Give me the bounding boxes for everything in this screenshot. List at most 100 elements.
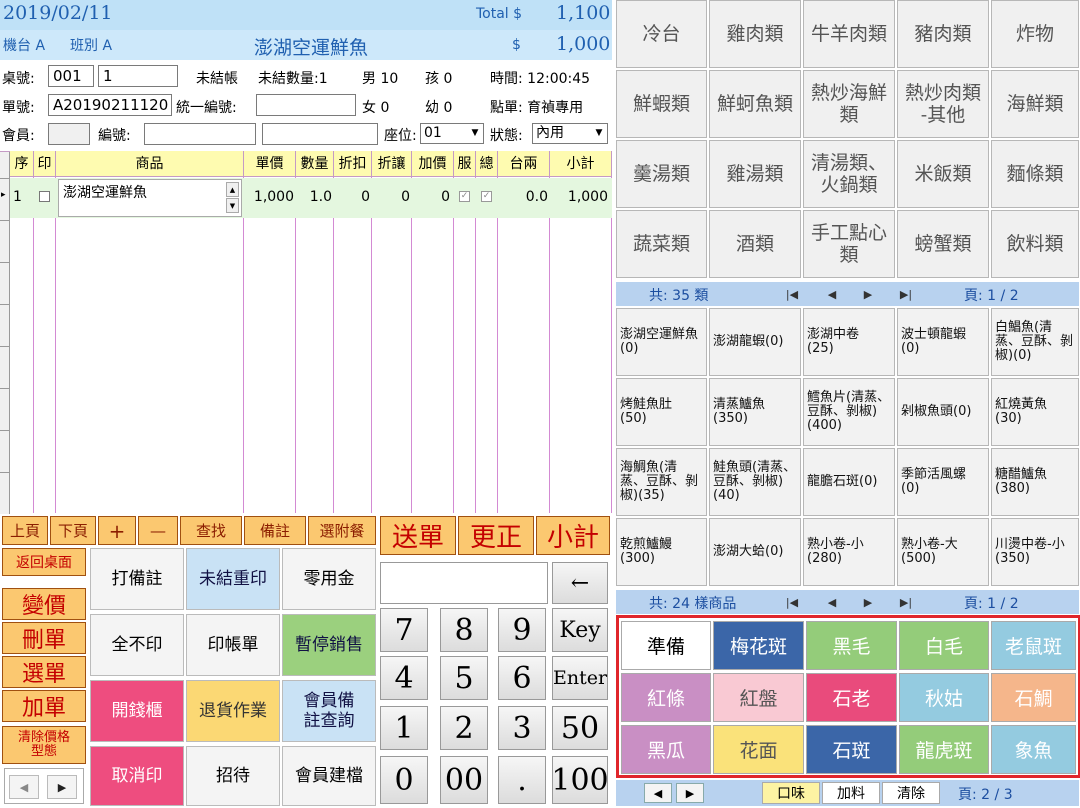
- return-goods-button[interactable]: 退貨作業: [186, 680, 280, 742]
- member-name-field[interactable]: [262, 123, 378, 145]
- change-price-button[interactable]: 變價: [2, 588, 86, 620]
- total-checkbox[interactable]: ✓: [481, 191, 492, 202]
- product-button[interactable]: 川燙中卷-小(350): [991, 518, 1079, 586]
- next-page-icon[interactable]: ▶: [858, 592, 878, 612]
- category-button[interactable]: 熱炒海鮮 類: [803, 70, 895, 138]
- product-button[interactable]: 熟小卷-小 (280): [803, 518, 895, 586]
- category-button[interactable]: 熱炒肉類 -其他: [897, 70, 989, 138]
- clear-tab[interactable]: 清除: [882, 782, 940, 804]
- flavor-button[interactable]: 花面: [713, 725, 804, 774]
- product-button[interactable]: 波士頓龍蝦 (0): [897, 308, 989, 376]
- flavor-button[interactable]: 石老: [806, 673, 897, 722]
- category-button[interactable]: 豬肉類: [897, 0, 989, 68]
- table-no-field[interactable]: 001: [48, 65, 94, 87]
- member-note-query-button[interactable]: 會員備 註查詢: [282, 680, 376, 742]
- product-button[interactable]: 熟小卷-大 (500): [897, 518, 989, 586]
- prev-page-button[interactable]: 上頁: [2, 516, 48, 545]
- category-button[interactable]: 米飯類: [897, 140, 989, 208]
- product-button[interactable]: 鮭魚頭(清蒸、豆酥、剝椒)(40): [709, 448, 801, 516]
- keypad-display[interactable]: [380, 562, 548, 604]
- category-button[interactable]: 雞肉類: [709, 0, 801, 68]
- prev-page-icon[interactable]: ◀: [644, 783, 672, 803]
- product-button[interactable]: 乾煎鱸鰻 (300): [616, 518, 707, 586]
- item-name-cell[interactable]: 澎湖空運鮮魚 ▲ ▼: [58, 179, 242, 217]
- product-button[interactable]: 剁椒魚頭(0): [897, 378, 989, 446]
- key-2[interactable]: 2: [440, 706, 488, 750]
- flavor-button[interactable]: 梅花斑: [713, 621, 804, 670]
- flavor-button[interactable]: 黑毛: [806, 621, 897, 670]
- next-page-icon[interactable]: ▶: [858, 284, 878, 304]
- taste-tab[interactable]: 口味: [762, 782, 820, 804]
- scroll-down-icon[interactable]: ▼: [226, 198, 239, 213]
- tax-id-field[interactable]: [256, 94, 356, 116]
- category-button[interactable]: 羹湯類: [616, 140, 707, 208]
- key-0[interactable]: 0: [380, 756, 428, 804]
- reprint-unsettled-button[interactable]: 未結重印: [186, 548, 280, 610]
- print-checkbox[interactable]: [39, 191, 50, 202]
- flavor-button[interactable]: 白毛: [899, 621, 989, 670]
- service-checkbox[interactable]: ✓: [459, 191, 470, 202]
- scroll-up-icon[interactable]: ▲: [226, 182, 239, 197]
- flavor-button[interactable]: 秋姑: [899, 673, 989, 722]
- backspace-button[interactable]: ←: [552, 562, 608, 604]
- category-button[interactable]: 螃蟹類: [897, 210, 989, 278]
- category-button[interactable]: 炸物: [991, 0, 1079, 68]
- send-order-button[interactable]: 送單: [380, 516, 456, 555]
- correct-button[interactable]: 更正: [458, 516, 534, 555]
- category-button[interactable]: 蔬菜類: [616, 210, 707, 278]
- category-button[interactable]: 鮮蝦類: [616, 70, 707, 138]
- category-button[interactable]: 清湯類、 火鍋類: [803, 140, 895, 208]
- flavor-button[interactable]: 老鼠斑: [991, 621, 1076, 670]
- key-9[interactable]: 9: [498, 608, 546, 652]
- product-button[interactable]: 烤鮭魚肚 (50): [616, 378, 707, 446]
- increase-button[interactable]: +: [98, 516, 136, 545]
- key-100[interactable]: 100: [551, 756, 609, 804]
- flavor-button[interactable]: 石斑: [806, 725, 897, 774]
- category-button[interactable]: 飲料類: [991, 210, 1079, 278]
- product-button[interactable]: 海鯛魚(清蒸、豆酥、剝椒)(35): [616, 448, 707, 516]
- flavor-button[interactable]: 黑瓜: [621, 725, 711, 774]
- product-button[interactable]: 龍膽石斑(0): [803, 448, 895, 516]
- table-sub-field[interactable]: 1: [98, 65, 178, 87]
- order-no-field[interactable]: A20190211120: [48, 94, 172, 116]
- product-button[interactable]: 澎湖龍蝦(0): [709, 308, 801, 376]
- key-4[interactable]: 4: [380, 656, 428, 700]
- key-enter[interactable]: Enter: [552, 656, 608, 700]
- delete-order-button[interactable]: 刪單: [2, 622, 86, 654]
- flavor-button[interactable]: 準備: [621, 621, 711, 670]
- subtotal-button[interactable]: 小計: [536, 516, 610, 555]
- petty-cash-button[interactable]: 零用金: [282, 548, 376, 610]
- member-create-button[interactable]: 會員建檔: [282, 746, 376, 806]
- print-bill-button[interactable]: 印帳單: [186, 614, 280, 676]
- side-dish-button[interactable]: 選附餐: [308, 516, 376, 545]
- last-page-icon[interactable]: ▶|: [896, 592, 916, 612]
- key-8[interactable]: 8: [440, 608, 488, 652]
- prev-page-icon[interactable]: ◀: [822, 592, 842, 612]
- seat-select[interactable]: 01 ▼: [420, 123, 484, 144]
- last-page-icon[interactable]: ▶|: [896, 284, 916, 304]
- nav-prev-icon[interactable]: ◀: [9, 775, 39, 799]
- next-page-icon[interactable]: ▶: [676, 783, 704, 803]
- key-50[interactable]: 50: [552, 706, 608, 750]
- key-5[interactable]: 5: [440, 656, 488, 700]
- member-field[interactable]: [48, 123, 90, 145]
- next-page-button[interactable]: 下頁: [50, 516, 96, 545]
- decrease-button[interactable]: —: [138, 516, 178, 545]
- cancel-print-button[interactable]: 取消印: [90, 746, 184, 806]
- member-no-field[interactable]: [144, 123, 256, 145]
- flavor-button[interactable]: 紅條: [621, 673, 711, 722]
- note-button[interactable]: 備註: [244, 516, 306, 545]
- pause-sales-button[interactable]: 暫停銷售: [282, 614, 376, 676]
- print-none-button[interactable]: 全不印: [90, 614, 184, 676]
- flavor-button[interactable]: 龍虎斑: [899, 725, 989, 774]
- key-00[interactable]: 00: [440, 756, 488, 804]
- key-key[interactable]: Key: [552, 608, 608, 652]
- flavor-button[interactable]: 石鯛: [991, 673, 1076, 722]
- flavor-button[interactable]: 象魚: [991, 725, 1076, 774]
- category-button[interactable]: 冷台: [616, 0, 707, 68]
- add-order-button[interactable]: 加單: [2, 690, 86, 722]
- category-button[interactable]: 海鮮類: [991, 70, 1079, 138]
- open-drawer-button[interactable]: 開錢櫃: [90, 680, 184, 742]
- first-page-icon[interactable]: |◀: [782, 592, 802, 612]
- complimentary-button[interactable]: 招待: [186, 746, 280, 806]
